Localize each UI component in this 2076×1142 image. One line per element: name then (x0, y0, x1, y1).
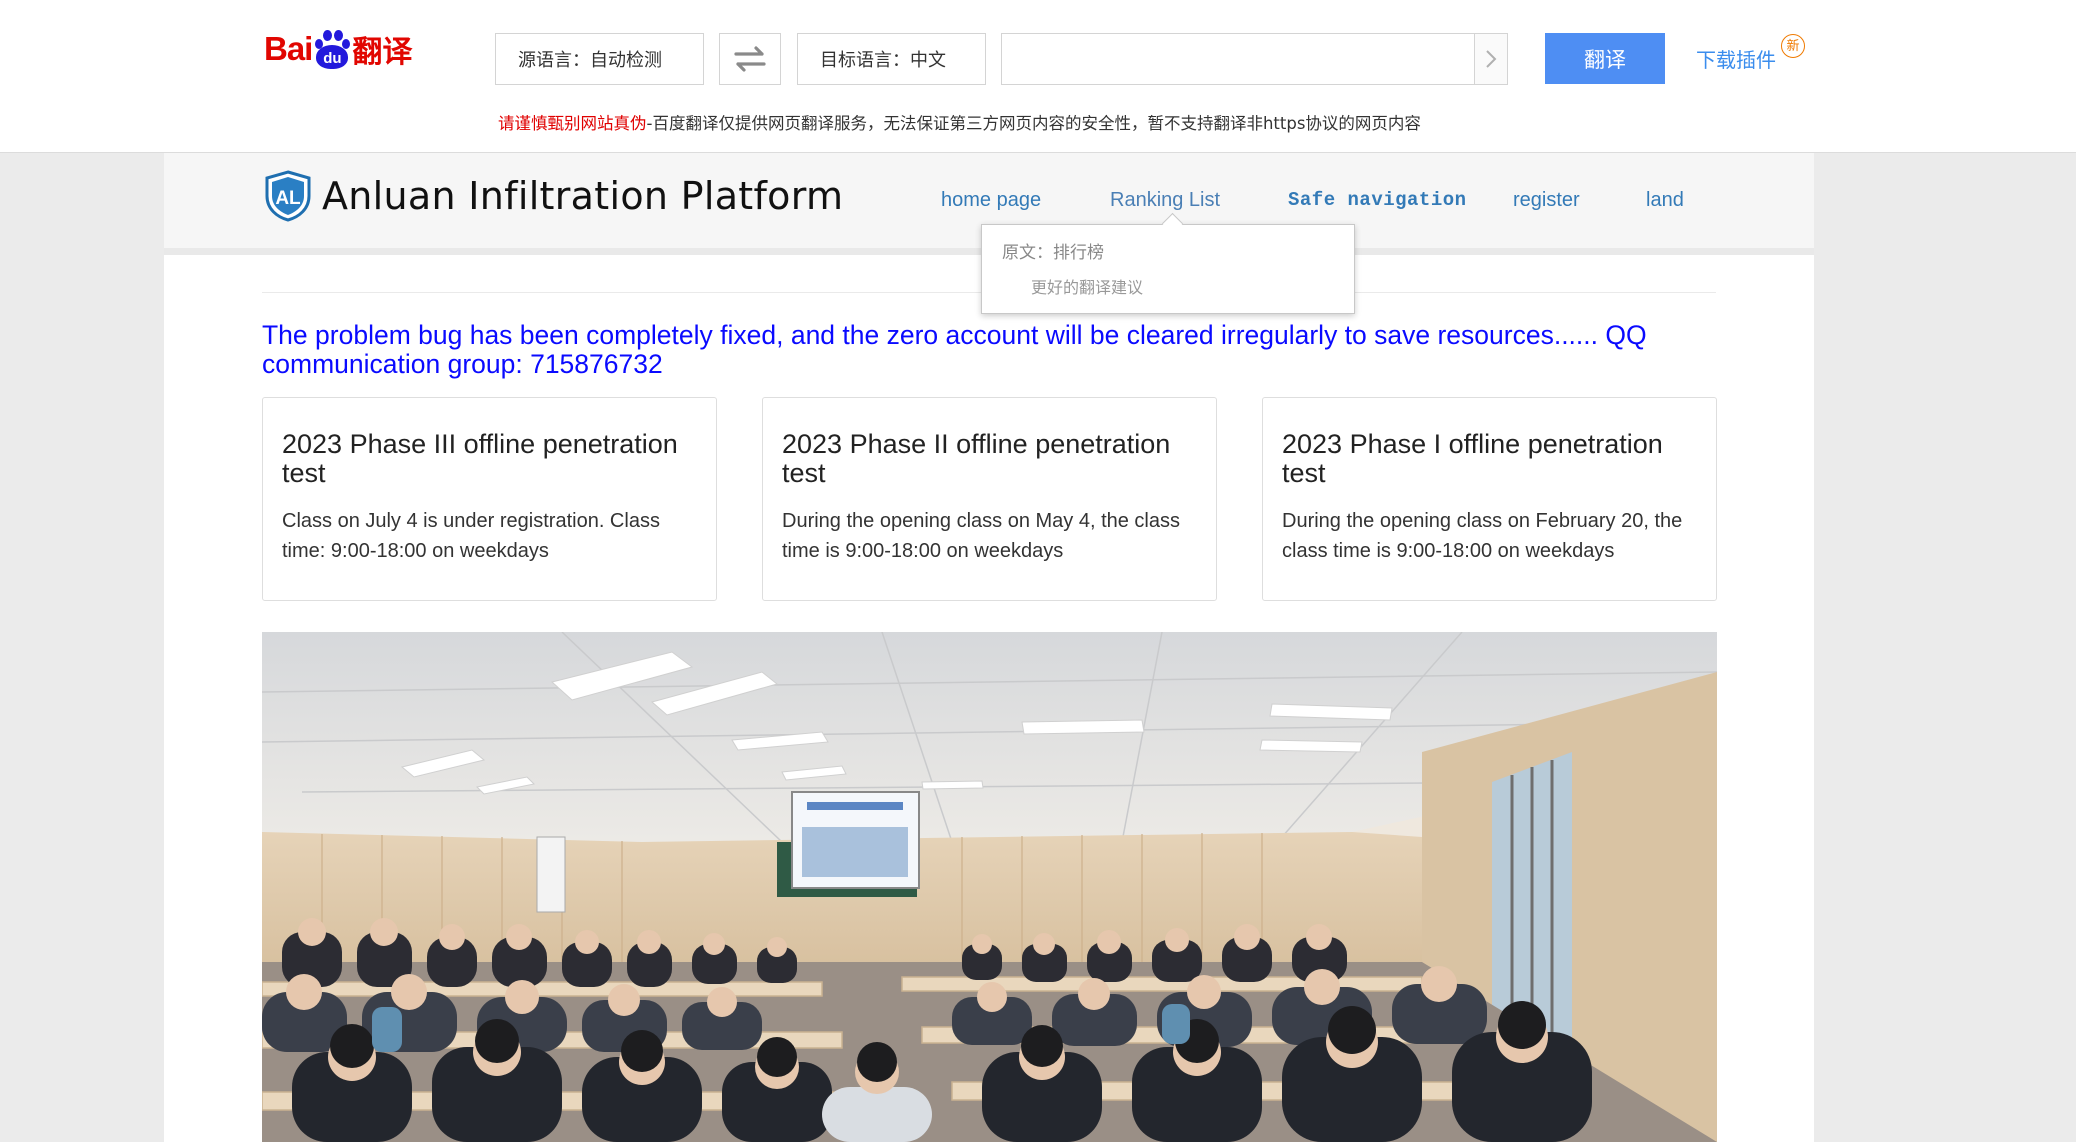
site-title[interactable]: Anluan Infiltration Platform (322, 174, 843, 218)
course-card[interactable]: 2023 Phase II offline penetration test D… (762, 397, 1217, 601)
notice-warning: 请谨慎甄别网站真伪 (498, 114, 647, 133)
course-card-body: During the opening class on May 4, the c… (782, 510, 1180, 562)
swap-languages-button[interactable] (719, 33, 781, 85)
shield-logo-icon[interactable]: AL (264, 170, 312, 222)
logo-text-fanyi: 翻译 (352, 35, 413, 70)
tooltip-original-text: 原文：排行榜 (1002, 243, 1104, 263)
baidu-translate-toolbar: Bai du 翻译 源语言：自动检测 目标语言：中文 翻译 下载插件 新 请谨慎… (0, 0, 2076, 153)
course-card[interactable]: 2023 Phase III offline penetration test … (262, 397, 717, 601)
course-card-body: During the opening class on February 20,… (1282, 510, 1683, 562)
swap-arrows-icon (734, 46, 766, 72)
logo-text-bai: Bai (264, 30, 313, 67)
translate-button[interactable]: 翻译 (1545, 33, 1665, 84)
url-go-button[interactable] (1474, 34, 1507, 84)
nav-register[interactable]: register (1513, 189, 1580, 212)
source-language-label: 源语言：自动检测 (518, 50, 662, 71)
nav-ranking-list[interactable]: Ranking List (1110, 189, 1220, 212)
course-card-title: 2023 Phase I offline penetration test (1282, 429, 1663, 488)
nav-safe-navigation[interactable]: Safe navigation (1288, 189, 1467, 211)
site-container: AL Anluan Infiltration Platform home pag… (164, 153, 1814, 1142)
classroom-photo (262, 632, 1717, 1142)
notice-text: -百度翻译仅提供网页翻译服务，无法保证第三方网页内容的安全性，暂不支持翻译非ht… (646, 114, 1421, 133)
translation-tooltip: 原文：排行榜 更好的翻译建议 (981, 212, 1355, 314)
url-input[interactable] (1002, 34, 1468, 84)
course-card-body: Class on July 4 is under registration. C… (282, 510, 660, 562)
logo-text-du: du (316, 45, 349, 69)
announcement-text: The problem bug has been completely fixe… (262, 320, 1647, 379)
url-input-box (1001, 33, 1508, 85)
nav-land[interactable]: land (1646, 189, 1684, 212)
translate-notice: 请谨慎甄别网站真伪-百度翻译仅提供网页翻译服务，无法保证第三方网页内容的安全性，… (498, 110, 1421, 134)
nav-home[interactable]: home page (941, 189, 1041, 212)
chevron-right-icon (1486, 50, 1497, 68)
baidu-paw-icon: du (313, 27, 351, 71)
course-card-title: 2023 Phase III offline penetration test (282, 429, 678, 488)
download-plugin-link[interactable]: 下载插件 (1696, 44, 1776, 73)
target-language-label: 目标语言：中文 (820, 50, 946, 71)
course-card-title: 2023 Phase II offline penetration test (782, 429, 1171, 488)
course-card[interactable]: 2023 Phase I offline penetration test Du… (1262, 397, 1717, 601)
better-translation-link[interactable]: 更好的翻译建议 (1031, 274, 1143, 298)
baidu-translate-logo[interactable]: Bai du 翻译 (264, 22, 412, 76)
classroom-illustration (262, 632, 1717, 1142)
source-language-select[interactable]: 源语言：自动检测 (495, 33, 704, 85)
new-badge: 新 (1781, 34, 1805, 58)
target-language-select[interactable]: 目标语言：中文 (797, 33, 986, 85)
logo-text: AL (275, 188, 301, 209)
